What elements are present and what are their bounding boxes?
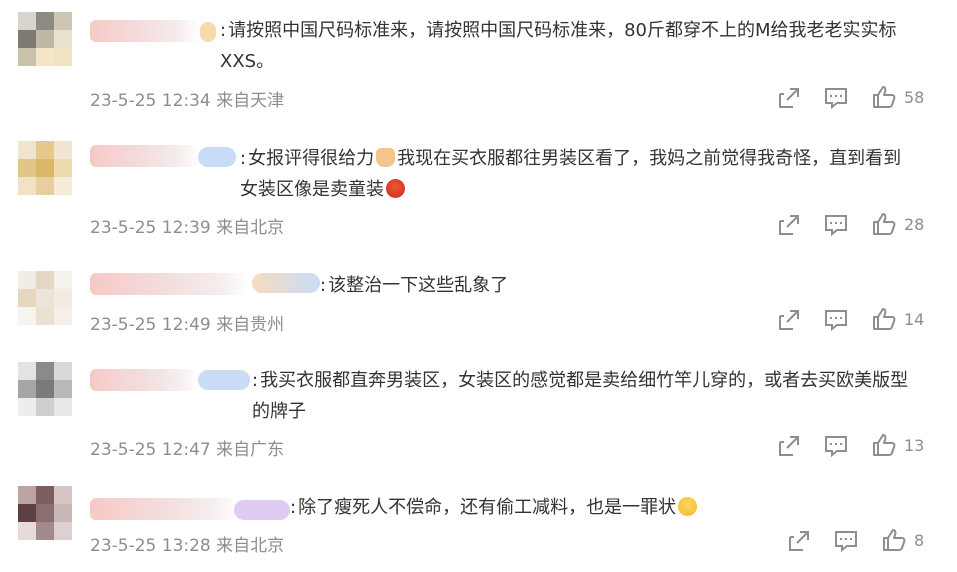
comment-item: : 我买衣服都直奔男装区，女装区的感觉都是卖给细竹竿儿穿的，或者去买欧美版型的牌子… xyxy=(0,350,957,478)
avatar[interactable] xyxy=(18,141,72,195)
comment-icon[interactable] xyxy=(823,212,849,238)
username-blurred[interactable] xyxy=(90,369,198,391)
username-blurred[interactable] xyxy=(90,145,200,167)
thumbs-up-emoji xyxy=(376,148,396,167)
user-badge xyxy=(252,273,320,293)
username-blurred[interactable] xyxy=(90,498,240,520)
share-icon[interactable] xyxy=(786,528,812,554)
avatar[interactable] xyxy=(18,362,72,416)
comment-text: : 请按照中国尺码标准来，请按照中国尺码标准来，80斤都穿不上的M给我老老实实标X… xyxy=(220,20,897,72)
user-badge xyxy=(198,370,250,390)
comment-text: : 该整治一下这些乱象了 xyxy=(320,275,509,296)
like-icon[interactable] xyxy=(871,84,897,110)
comment-location: 来自北京 xyxy=(216,218,285,238)
comment-date: 23-5-25 13:28 xyxy=(90,536,211,556)
comment-item: : 请按照中国尺码标准来，请按照中国尺码标准来，80斤都穿不上的M给我老老实实标X… xyxy=(0,0,957,123)
like-count: 14 xyxy=(904,310,925,329)
comment-icon[interactable] xyxy=(823,307,849,333)
comment-location: 来自北京 xyxy=(216,536,285,556)
avatar[interactable] xyxy=(18,271,72,325)
share-icon[interactable] xyxy=(776,212,802,238)
like-count: 28 xyxy=(904,215,925,234)
comment-meta: 23-5-25 13:28 来自北京 xyxy=(90,531,284,556)
comment-item: : 该整治一下这些乱象了 23-5-25 12:49 来自贵州 14 xyxy=(0,253,957,350)
user-badge xyxy=(234,500,290,520)
username-blurred[interactable] xyxy=(90,20,200,42)
avatar[interactable] xyxy=(18,486,72,540)
username-blurred[interactable] xyxy=(90,273,250,295)
like-icon[interactable] xyxy=(881,527,907,553)
comment-meta: 23-5-25 12:39 来自北京 xyxy=(90,213,284,238)
comment-text: : 我买衣服都直奔男装区，女装区的感觉都是卖给细竹竿儿穿的，或者去买欧美版型的牌子 xyxy=(252,370,909,422)
like-icon[interactable] xyxy=(871,432,897,458)
comment-date: 23-5-25 12:39 xyxy=(90,218,211,238)
angry-face-emoji xyxy=(386,179,405,198)
share-icon[interactable] xyxy=(776,85,802,111)
comment-item: : 除了瘦死人不偿命，还有偷工减料，也是一罪状 23-5-25 13:28 来自北… xyxy=(0,478,957,572)
share-icon[interactable] xyxy=(776,433,802,459)
like-count: 8 xyxy=(914,531,925,550)
like-icon[interactable] xyxy=(871,211,897,237)
user-badge xyxy=(200,22,216,42)
share-icon[interactable] xyxy=(776,307,802,333)
sleepy-face-emoji xyxy=(678,497,698,516)
like-icon[interactable] xyxy=(871,306,897,332)
comment-location: 来自贵州 xyxy=(216,315,285,335)
comment-text: : 除了瘦死人不偿命，还有偷工减料，也是一罪状 xyxy=(290,492,917,523)
comment-icon[interactable] xyxy=(833,528,859,554)
comment-location: 来自天津 xyxy=(216,91,285,111)
like-count: 58 xyxy=(904,88,925,107)
comment-meta: 23-5-25 12:34 来自天津 xyxy=(90,86,284,111)
avatar[interactable] xyxy=(18,12,72,66)
comment-date: 23-5-25 12:47 xyxy=(90,440,211,460)
user-badge xyxy=(198,147,236,167)
comment-item: : 女报评得很给力 我现在买衣服都往男装区看了，我妈之前觉得我奇怪，直到看到女装区像… xyxy=(0,123,957,253)
comment-icon[interactable] xyxy=(823,85,849,111)
comment-meta: 23-5-25 12:49 来自贵州 xyxy=(90,310,284,335)
comment-icon[interactable] xyxy=(823,433,849,459)
comment-meta: 23-5-25 12:47 来自广东 xyxy=(90,435,284,460)
comment-location: 来自广东 xyxy=(216,440,285,460)
like-count: 13 xyxy=(904,436,925,455)
comment-text: : 女报评得很给力 我现在买衣服都往男装区看了，我妈之前觉得我奇怪，直到看到女装区像… xyxy=(240,148,902,200)
comment-date: 23-5-25 12:34 xyxy=(90,91,211,111)
comment-date: 23-5-25 12:49 xyxy=(90,315,211,335)
